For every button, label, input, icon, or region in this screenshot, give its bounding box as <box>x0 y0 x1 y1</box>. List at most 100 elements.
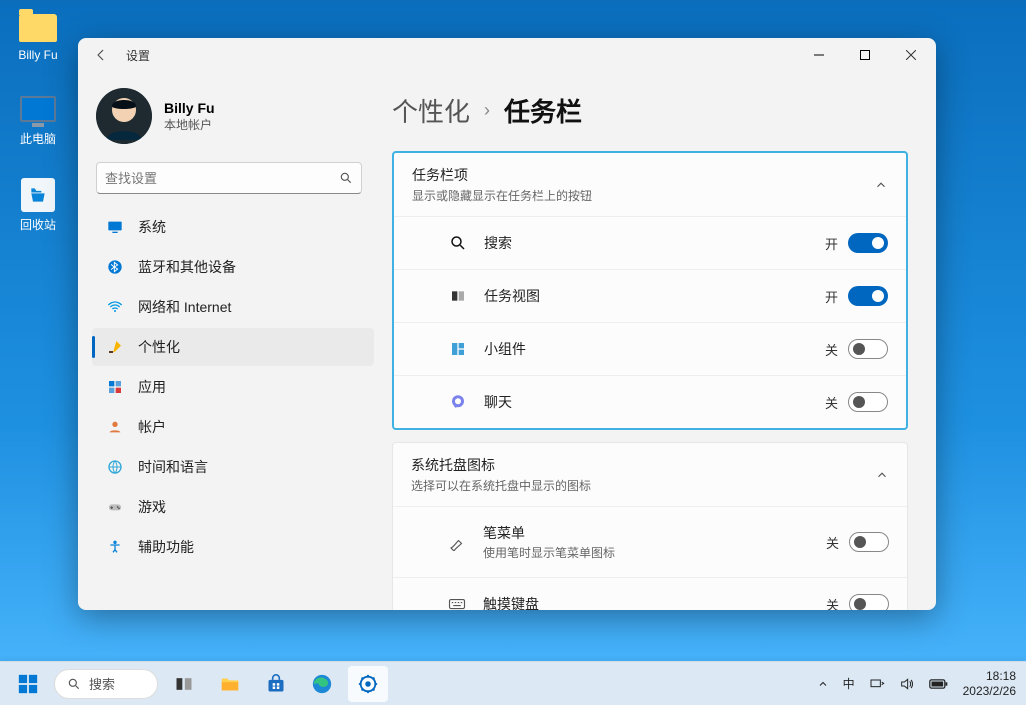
state-label: 关 <box>825 340 838 359</box>
taskbar-store[interactable] <box>256 666 296 702</box>
taskbar-settings[interactable] <box>348 666 388 702</box>
search-box[interactable] <box>96 162 362 194</box>
tray-ime[interactable]: 中 <box>843 675 855 692</box>
toggle-search[interactable] <box>848 233 888 253</box>
display-icon <box>106 218 124 236</box>
nav-item-network[interactable]: 网络和 Internet <box>92 288 374 326</box>
breadcrumb: 个性化 › 任务栏 <box>392 92 908 129</box>
toggle-chat[interactable] <box>848 392 888 412</box>
row-label: 搜索 <box>484 233 512 253</box>
desktop-icon-thispc[interactable]: 此电脑 <box>8 92 68 147</box>
breadcrumb-current: 任务栏 <box>504 92 582 129</box>
bluetooth-icon <box>106 258 124 276</box>
chevron-up-icon <box>875 468 889 482</box>
keyboard-icon <box>447 595 467 610</box>
user-block[interactable]: Billy Fu 本地帐户 <box>96 88 374 144</box>
group-title: 任务栏项 <box>412 165 592 185</box>
tray-clock[interactable]: 18:18 2023/2/26 <box>963 669 1016 699</box>
desktop-icon-label: Billy Fu <box>8 48 68 62</box>
row-label: 触摸键盘 <box>483 594 539 610</box>
nav-label: 蓝牙和其他设备 <box>138 257 236 277</box>
desktop-icon-folder[interactable]: Billy Fu <box>8 8 68 62</box>
nav-label: 系统 <box>138 217 166 237</box>
monitor-icon <box>20 96 56 122</box>
tray-network-icon[interactable] <box>869 676 885 692</box>
nav-label: 个性化 <box>138 337 180 357</box>
taskbar-search[interactable]: 搜索 <box>54 669 158 699</box>
row-label: 笔菜单 <box>483 523 615 543</box>
taskview-icon <box>448 288 468 304</box>
state-label: 开 <box>825 234 838 253</box>
row-penmenu: 笔菜单 使用笔时显示笔菜单图标 关 <box>393 506 907 577</box>
row-sublabel: 使用笔时显示笔菜单图标 <box>483 544 615 561</box>
recycle-bin-icon <box>21 178 55 212</box>
search-icon <box>67 677 81 691</box>
row-widgets: 小组件 关 <box>394 322 906 375</box>
toggle-penmenu[interactable] <box>849 532 889 552</box>
widgets-icon <box>448 341 468 357</box>
maximize-button[interactable] <box>842 39 888 71</box>
avatar <box>96 88 152 144</box>
row-search: 搜索 开 <box>394 216 906 269</box>
user-subtitle: 本地帐户 <box>164 116 215 133</box>
minimize-button[interactable] <box>796 39 842 71</box>
pen-icon <box>447 533 467 551</box>
nav-item-accessibility[interactable]: 辅助功能 <box>92 528 374 566</box>
nav-item-gaming[interactable]: 游戏 <box>92 488 374 526</box>
group-header[interactable]: 系统托盘图标 选择可以在系统托盘中显示的图标 <box>393 443 907 506</box>
nav-item-bluetooth[interactable]: 蓝牙和其他设备 <box>92 248 374 286</box>
toggle-widgets[interactable] <box>848 339 888 359</box>
apps-icon <box>106 378 124 396</box>
tray-chevron-up-icon[interactable] <box>817 678 829 690</box>
taskbar-taskview[interactable] <box>164 666 204 702</box>
user-name: Billy Fu <box>164 100 215 116</box>
group-taskbar-items: 任务栏项 显示或隐藏显示在任务栏上的按钮 搜索 开 任务视图 开 <box>392 151 908 430</box>
settings-window: 设置 Billy Fu 本地帐户 <box>78 38 936 610</box>
toggle-taskview[interactable] <box>848 286 888 306</box>
desktop-icon-label: 回收站 <box>8 216 68 233</box>
nav-label: 辅助功能 <box>138 537 194 557</box>
tray-date: 2023/2/26 <box>963 684 1016 699</box>
close-button[interactable] <box>888 39 934 71</box>
search-icon <box>339 171 353 185</box>
nav-label: 游戏 <box>138 497 166 517</box>
state-label: 关 <box>825 393 838 412</box>
nav-item-system[interactable]: 系统 <box>92 208 374 246</box>
chevron-up-icon <box>874 178 888 192</box>
row-label: 任务视图 <box>484 286 540 306</box>
nav-label: 应用 <box>138 377 166 397</box>
toggle-touchkeyboard[interactable] <box>849 594 889 610</box>
row-chat: 聊天 关 <box>394 375 906 428</box>
group-system-tray: 系统托盘图标 选择可以在系统托盘中显示的图标 笔菜单 使用笔时显示笔菜单图标 关 <box>392 442 908 610</box>
group-header[interactable]: 任务栏项 显示或隐藏显示在任务栏上的按钮 <box>394 153 906 216</box>
content: 个性化 › 任务栏 任务栏项 显示或隐藏显示在任务栏上的按钮 搜索 开 <box>378 72 936 610</box>
sidebar: Billy Fu 本地帐户 系统 蓝牙和其他设备 <box>78 72 378 610</box>
person-icon <box>106 418 124 436</box>
breadcrumb-parent[interactable]: 个性化 <box>392 92 470 129</box>
desktop-icon-recyclebin[interactable]: 回收站 <box>8 176 68 233</box>
nav: 系统 蓝牙和其他设备 网络和 Internet 个性化 应用 <box>92 208 374 568</box>
taskbar: 搜索 中 18:18 2023/2/26 <box>0 661 1026 705</box>
nav-item-personalization[interactable]: 个性化 <box>92 328 374 366</box>
start-button[interactable] <box>8 666 48 702</box>
tray-volume-icon[interactable] <box>899 676 915 692</box>
tray-battery-icon[interactable] <box>929 677 949 691</box>
window-controls <box>796 39 934 71</box>
nav-item-apps[interactable]: 应用 <box>92 368 374 406</box>
nav-label: 时间和语言 <box>138 457 208 477</box>
accessibility-icon <box>106 538 124 556</box>
titlebar: 设置 <box>78 38 936 72</box>
back-button[interactable] <box>92 46 110 64</box>
globe-icon <box>106 458 124 476</box>
wifi-icon <box>106 298 124 316</box>
nav-item-accounts[interactable]: 帐户 <box>92 408 374 446</box>
taskbar-explorer[interactable] <box>210 666 250 702</box>
nav-item-timelanguage[interactable]: 时间和语言 <box>92 448 374 486</box>
desktop-icon-label: 此电脑 <box>8 130 68 147</box>
paintbrush-icon <box>106 338 124 356</box>
state-label: 关 <box>826 533 839 552</box>
taskbar-edge[interactable] <box>302 666 342 702</box>
window-title: 设置 <box>126 47 150 64</box>
search-input[interactable] <box>105 171 339 186</box>
nav-label: 网络和 Internet <box>138 297 231 317</box>
